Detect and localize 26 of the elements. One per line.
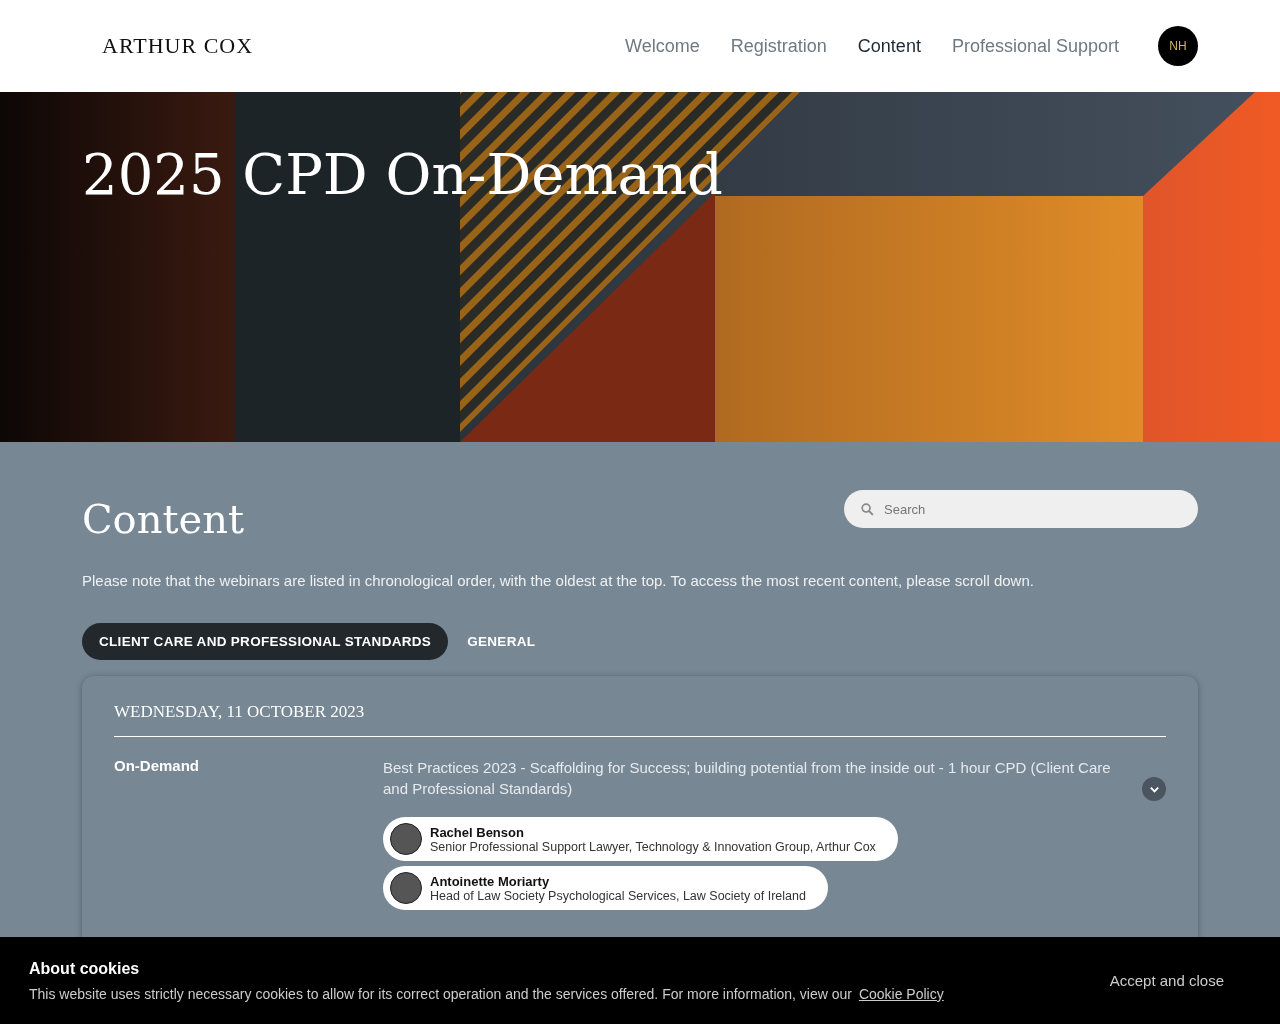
cookie-policy-link[interactable]: Cookie Policy [858,985,944,1002]
speaker-avatar [390,823,422,855]
nav-link[interactable]: Content [857,35,921,57]
nav-link[interactable]: Registration [730,35,827,57]
info-note: Please note that the webinars are listed in chronological order, with the oldest at the top. To access the most recent content, please scroll down. [82,572,1035,589]
speaker-name: Rachel Benson [430,824,525,840]
session-type: On-Demand [114,757,200,774]
cookie-text: This website uses strictly necessary cookies to allow for its correct operation and the services offered. For more information, view our [29,985,852,1002]
search-field[interactable]: Search [844,490,1198,528]
speaker-name: Antoinette Moriarty [430,873,551,889]
page-title: 2025 CPD On-Demand [81,141,723,207]
nav-link[interactable]: Welcome [625,35,700,57]
cookie-title: About cookies [29,959,141,978]
session-title: Best Practices 2023 - Scaffolding for Success; building potential from the inside out - 1 hour CPD (Client Care and Professional Standards) [383,758,1112,799]
category-tab[interactable]: GENERAL [450,623,553,660]
user-avatar[interactable]: NH [1158,26,1198,66]
speaker-role: Head of Law Society Psychological Services, Law Society of Ireland [430,888,806,903]
speaker-avatar [390,872,422,904]
nav-link[interactable]: Professional Support [951,35,1119,57]
speaker-role: Senior Professional Support Lawyer, Technology & Innovation Group, Arthur Cox [430,839,876,854]
section-title: Content [82,496,245,542]
expand-button[interactable] [1142,777,1166,801]
accept-button[interactable]: Accept and close [1103,971,1230,990]
session-date: WEDNESDAY, 11 OCTOBER 2023 [114,702,1166,737]
logo[interactable]: ARTHUR COX [102,33,254,59]
category-tab[interactable]: CLIENT CARE AND PROFESSIONAL STANDARDS [82,623,449,660]
